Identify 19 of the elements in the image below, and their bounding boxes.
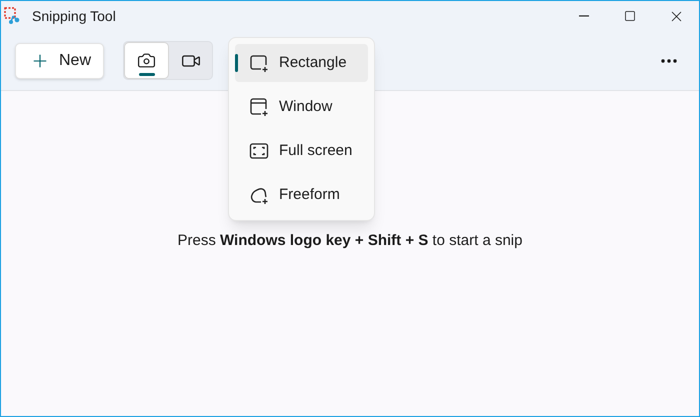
new-button[interactable]: New [15, 42, 104, 78]
menu-item[interactable]: Freeform [235, 176, 368, 214]
menu-item[interactable]: Full screen [235, 132, 368, 170]
freeform-snip-icon [249, 185, 269, 205]
selected-indicator [139, 73, 155, 76]
fullscreen-snip-icon [249, 141, 269, 161]
scissors-app-icon [4, 7, 22, 25]
window-snip-icon [249, 97, 269, 117]
maximize-icon [624, 10, 636, 22]
hint-text: Press Windows logo key + Shift + S to start a snip [178, 231, 522, 251]
rectangle-snip-icon [249, 53, 269, 73]
minimize-icon [579, 15, 589, 17]
window-title: Snipping Tool [32, 6, 116, 26]
menu-item[interactable]: Window [235, 88, 368, 126]
more-icon [661, 58, 677, 62]
camera-icon [137, 51, 156, 70]
mode-toggle[interactable] [124, 42, 169, 79]
menu-item[interactable]: Rectangle [235, 44, 368, 82]
selection-bar [235, 54, 238, 72]
